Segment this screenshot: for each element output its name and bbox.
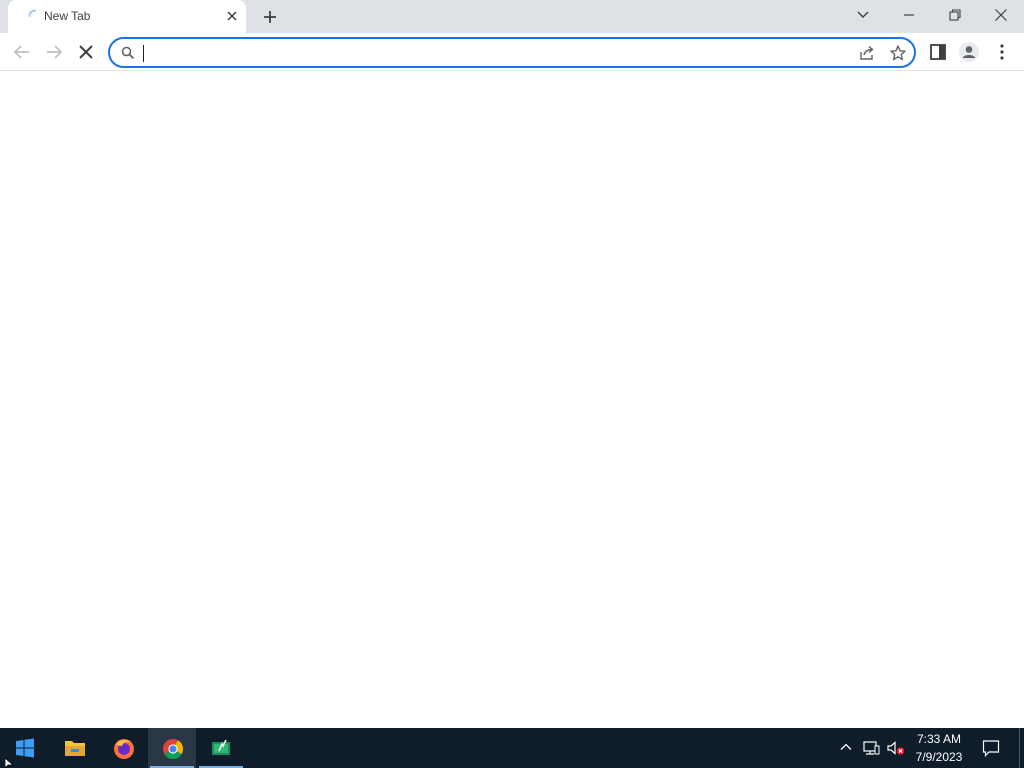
close-icon <box>995 9 1007 21</box>
close-icon[interactable] <box>225 9 239 23</box>
notification-icon[interactable] <box>982 739 1000 757</box>
profile-icon[interactable] <box>958 41 980 63</box>
page-content <box>0 71 1024 728</box>
chevron-up-icon[interactable] <box>839 740 853 754</box>
stop-x-icon[interactable] <box>75 41 97 63</box>
firefox-icon <box>114 739 134 759</box>
minimize-button[interactable] <box>886 0 932 30</box>
taskbar-app-other[interactable] <box>197 728 245 768</box>
kebab-menu-icon[interactable] <box>991 41 1013 63</box>
system-clock[interactable]: 7:33 AM 7/9/2023 <box>908 730 970 766</box>
clock-date: 7/9/2023 <box>915 750 963 764</box>
tab-title: New Tab <box>44 9 91 23</box>
minimize-icon <box>904 14 914 16</box>
windows-logo-icon <box>16 738 34 758</box>
plus-icon[interactable] <box>260 7 280 27</box>
clock-time: 7:33 AM <box>916 732 962 746</box>
show-desktop-button[interactable] <box>1019 728 1020 768</box>
share-icon[interactable] <box>858 44 876 62</box>
taskbar: 7:33 AM 7/9/2023 <box>0 728 1024 768</box>
mouse-cursor-icon <box>5 758 15 768</box>
taskbar-app-firefox[interactable] <box>99 728 147 768</box>
restore-icon <box>949 9 961 21</box>
arrow-left-icon[interactable] <box>11 41 33 63</box>
network-icon[interactable] <box>862 740 880 756</box>
chrome-icon <box>163 739 184 760</box>
folder-icon <box>65 741 85 756</box>
star-icon[interactable] <box>889 44 907 62</box>
tab-new-tab[interactable]: New Tab <box>8 0 246 33</box>
restore-button[interactable] <box>932 0 978 30</box>
arrow-right-icon[interactable] <box>43 41 65 63</box>
chevron-down-icon <box>857 11 869 18</box>
address-input[interactable] <box>142 42 832 63</box>
text-caret <box>143 45 144 62</box>
side-panel-icon[interactable] <box>927 41 949 63</box>
search-icon <box>121 46 135 60</box>
browser-toolbar <box>0 33 1024 71</box>
taskbar-app-chrome[interactable] <box>148 728 196 768</box>
loading-spinner-icon <box>28 9 36 17</box>
tab-strip: New Tab <box>0 0 1024 33</box>
address-bar[interactable] <box>108 37 916 68</box>
volume-muted-icon[interactable] <box>886 740 906 756</box>
taskbar-app-file-explorer[interactable] <box>50 728 98 768</box>
close-window-button[interactable] <box>978 0 1024 30</box>
tab-search-button[interactable] <box>840 0 886 30</box>
app-icon <box>212 739 230 755</box>
